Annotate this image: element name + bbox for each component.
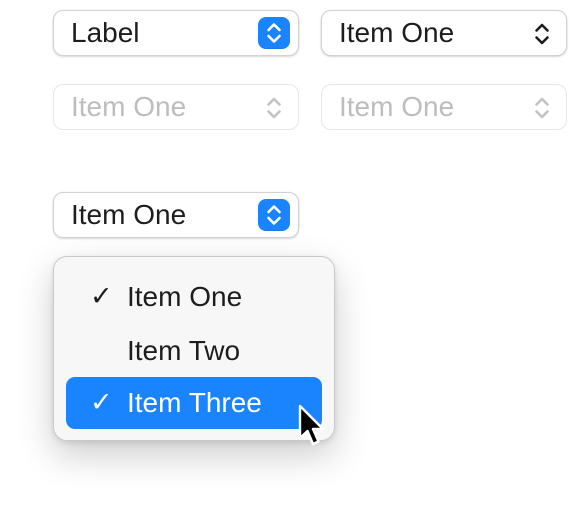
menu-item-item-one[interactable]: ✓ Item One bbox=[66, 271, 322, 323]
popup-value: Item One bbox=[71, 199, 187, 230]
popup-value: Item One bbox=[339, 17, 455, 48]
checkmark-icon: ✓ bbox=[90, 280, 113, 311]
menu-item-item-three[interactable]: ✓ Item Three bbox=[66, 377, 322, 429]
open-popup-button[interactable]: Item One bbox=[53, 192, 299, 238]
popup-value: Item One bbox=[339, 91, 455, 122]
popup-value: Label bbox=[71, 17, 140, 48]
mouse-pointer-icon bbox=[295, 403, 331, 453]
chevron-up-down-icon bbox=[530, 19, 554, 49]
chevron-up-down-icon bbox=[262, 93, 286, 123]
menu-item-label: Item Three bbox=[127, 387, 262, 418]
popup-value: Item One bbox=[71, 91, 187, 122]
item-popup-button[interactable]: Item One bbox=[321, 10, 567, 56]
menu-item-item-two[interactable]: Item Two bbox=[66, 325, 322, 377]
menu-item-label: Item One bbox=[127, 281, 243, 312]
disabled-popup-button: Item One bbox=[321, 84, 567, 130]
chevron-up-down-icon bbox=[258, 199, 290, 231]
label-popup-button[interactable]: Label bbox=[53, 10, 299, 56]
menu-item-label: Item Two bbox=[127, 335, 241, 366]
popup-menu: ✓ Item One Item Two ✓ Item Three bbox=[53, 256, 335, 441]
chevron-up-down-icon bbox=[258, 17, 290, 49]
checkmark-icon: ✓ bbox=[90, 386, 113, 417]
chevron-up-down-icon bbox=[530, 93, 554, 123]
disabled-popup-button: Item One bbox=[53, 84, 299, 130]
